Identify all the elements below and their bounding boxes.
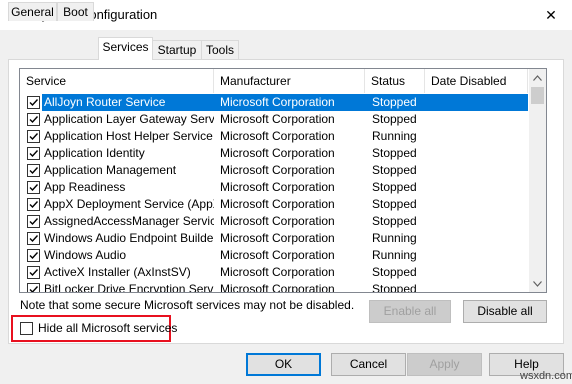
status-cell: Running bbox=[372, 248, 417, 262]
status-cell: Stopped bbox=[372, 265, 417, 279]
service-name-cell: Application Host Helper Service bbox=[44, 129, 213, 143]
apply-button[interactable]: Apply bbox=[407, 353, 482, 376]
column-header-manufacturer[interactable]: Manufacturer bbox=[214, 69, 365, 93]
enable-all-button[interactable]: Enable all bbox=[369, 300, 451, 323]
status-cell: Stopped bbox=[372, 282, 417, 293]
service-checkbox[interactable] bbox=[27, 96, 40, 109]
services-list[interactable]: Service Manufacturer Status Date Disable… bbox=[19, 68, 547, 293]
manufacturer-cell: Microsoft Corporation bbox=[220, 214, 335, 228]
status-cell: Stopped bbox=[372, 214, 417, 228]
tab-boot[interactable]: Boot bbox=[57, 2, 94, 21]
service-checkbox[interactable] bbox=[27, 130, 40, 143]
service-name-cell: ActiveX Installer (AxInstSV) bbox=[44, 265, 191, 279]
watermark-text: wsxdn.com bbox=[520, 370, 572, 382]
checkmark-icon bbox=[29, 150, 39, 158]
checkmark-icon bbox=[29, 99, 39, 107]
status-cell: Running bbox=[372, 231, 417, 245]
manufacturer-cell: Microsoft Corporation bbox=[220, 146, 335, 160]
service-checkbox[interactable] bbox=[27, 283, 40, 292]
disable-all-button[interactable]: Disable all bbox=[463, 300, 547, 323]
manufacturer-cell: Microsoft Corporation bbox=[220, 265, 335, 279]
service-checkbox[interactable] bbox=[27, 147, 40, 160]
scroll-down-arrow-icon[interactable] bbox=[529, 275, 546, 292]
close-icon: ✕ bbox=[545, 6, 557, 23]
table-row[interactable]: Application Management Microsoft Corporat… bbox=[20, 162, 528, 179]
service-checkbox[interactable] bbox=[27, 181, 40, 194]
table-row[interactable]: ActiveX Installer (AxInstSV) Microsoft Co… bbox=[20, 264, 528, 281]
manufacturer-cell: Microsoft Corporation bbox=[220, 163, 335, 177]
vertical-scrollbar[interactable] bbox=[529, 69, 546, 292]
column-header-status[interactable]: Status bbox=[365, 69, 425, 93]
service-name-cell: Application Layer Gateway Service bbox=[44, 112, 214, 126]
service-name-cell: AppX Deployment Service (AppX... bbox=[44, 197, 214, 211]
manufacturer-cell: Microsoft Corporation bbox=[220, 197, 335, 211]
status-cell: Stopped bbox=[372, 112, 417, 126]
scroll-up-arrow-icon[interactable] bbox=[529, 69, 546, 86]
service-name-cell: Windows Audio Endpoint Builder bbox=[44, 231, 214, 245]
table-row[interactable]: AppX Deployment Service (AppX... Microsof… bbox=[20, 196, 528, 213]
scroll-thumb[interactable] bbox=[531, 87, 544, 104]
status-cell: Stopped bbox=[372, 95, 417, 109]
service-name-cell: Application Identity bbox=[44, 146, 145, 160]
service-name-cell: AssignedAccessManager Service bbox=[44, 214, 214, 228]
status-cell: Stopped bbox=[372, 197, 417, 211]
manufacturer-cell: Microsoft Corporation bbox=[220, 248, 335, 262]
manufacturer-cell: Microsoft Corporation bbox=[220, 112, 335, 126]
cancel-button[interactable]: Cancel bbox=[331, 353, 406, 376]
tab-services[interactable]: Services bbox=[98, 37, 153, 60]
service-name-cell: AllJoyn Router Service bbox=[44, 95, 166, 109]
service-name-cell: Application Management bbox=[44, 163, 177, 177]
table-row[interactable]: Application Identity Microsoft Corporatio… bbox=[20, 145, 528, 162]
service-name-cell: App Readiness bbox=[44, 180, 126, 194]
checkmark-icon bbox=[29, 286, 39, 292]
tab-startup[interactable]: Startup bbox=[152, 40, 202, 59]
checkmark-icon bbox=[29, 116, 39, 124]
table-row[interactable]: Application Host Helper Service Microsoft… bbox=[20, 128, 528, 145]
checkmark-icon bbox=[29, 201, 39, 209]
tab-tools[interactable]: Tools bbox=[201, 40, 239, 59]
checkmark-icon bbox=[29, 133, 39, 141]
service-checkbox[interactable] bbox=[27, 164, 40, 177]
manufacturer-cell: Microsoft Corporation bbox=[220, 231, 335, 245]
table-row[interactable]: BitLocker Drive Encryption Service Micros… bbox=[20, 281, 528, 293]
status-cell: Stopped bbox=[372, 180, 417, 194]
secure-services-note: Note that some secure Microsoft services… bbox=[20, 298, 355, 312]
service-name-cell: BitLocker Drive Encryption Service bbox=[44, 282, 214, 293]
service-checkbox[interactable] bbox=[27, 266, 40, 279]
service-name-cell: Windows Audio bbox=[44, 248, 127, 262]
table-row[interactable]: Application Layer Gateway Service Microso… bbox=[20, 111, 528, 128]
manufacturer-cell: Microsoft Corporation bbox=[220, 180, 335, 194]
checkmark-icon bbox=[29, 269, 39, 277]
ok-button[interactable]: OK bbox=[246, 353, 321, 376]
service-checkbox[interactable] bbox=[27, 113, 40, 126]
status-cell: Stopped bbox=[372, 163, 417, 177]
manufacturer-cell: Microsoft Corporation bbox=[220, 282, 335, 293]
service-checkbox[interactable] bbox=[27, 249, 40, 262]
checkmark-icon bbox=[29, 252, 39, 260]
table-row[interactable]: App Readiness Microsoft Corporation Stoppe… bbox=[20, 179, 528, 196]
status-cell: Stopped bbox=[372, 146, 417, 160]
service-checkbox[interactable] bbox=[27, 232, 40, 245]
table-row[interactable]: Windows Audio Microsoft Corporation Runnin… bbox=[20, 247, 528, 264]
checkmark-icon bbox=[29, 235, 39, 243]
checkmark-icon bbox=[29, 218, 39, 226]
close-button[interactable]: ✕ bbox=[530, 0, 572, 30]
table-row[interactable]: AllJoyn Router Service Microsoft Corporat… bbox=[20, 94, 528, 111]
table-row[interactable]: AssignedAccessManager Service Microsoft C… bbox=[20, 213, 528, 230]
hide-microsoft-services-label[interactable]: Hide all Microsoft services bbox=[38, 321, 177, 335]
checkmark-icon bbox=[29, 167, 39, 175]
service-checkbox[interactable] bbox=[27, 215, 40, 228]
status-cell: Running bbox=[372, 129, 417, 143]
tab-general[interactable]: General bbox=[8, 2, 57, 21]
checkmark-icon bbox=[29, 184, 39, 192]
hide-microsoft-services-checkbox[interactable] bbox=[20, 322, 33, 335]
manufacturer-cell: Microsoft Corporation bbox=[220, 129, 335, 143]
manufacturer-cell: Microsoft Corporation bbox=[220, 95, 335, 109]
column-header-date-disabled[interactable]: Date Disabled bbox=[425, 69, 528, 93]
table-row[interactable]: Windows Audio Endpoint Builder Microsoft … bbox=[20, 230, 528, 247]
column-header-service[interactable]: Service bbox=[20, 69, 214, 93]
service-checkbox[interactable] bbox=[27, 198, 40, 211]
